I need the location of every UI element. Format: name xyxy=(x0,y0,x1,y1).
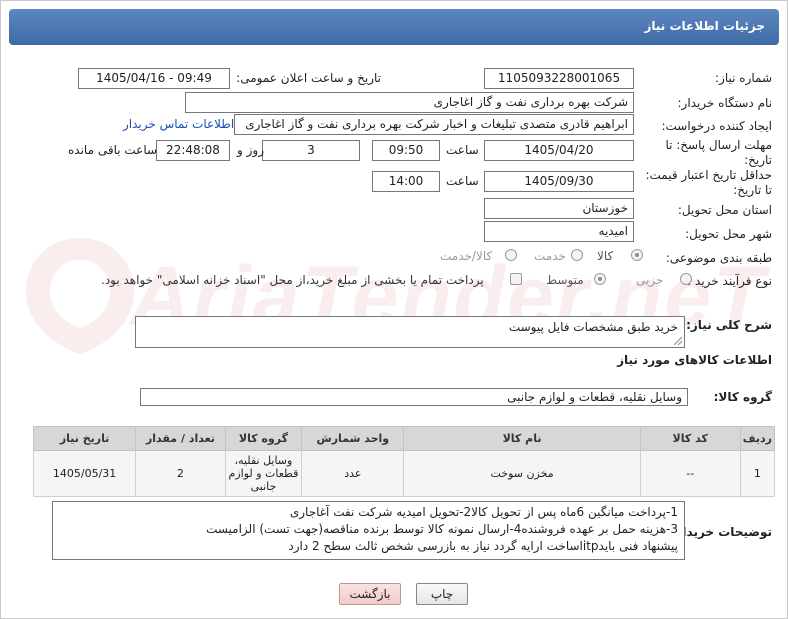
cell-group-line: جانبی xyxy=(250,480,277,493)
table-row: 1 -- مخزن سوخت عدد وسایل نقلیه، قطعات و … xyxy=(32,450,776,497)
process-minor-radio[interactable] xyxy=(680,273,692,285)
city-field: امیدیه xyxy=(484,221,634,242)
cell-date: 1405/05/31 xyxy=(32,450,137,497)
goods-table-header: ردیف کد کالا نام کالا واحد شمارش گروه کا… xyxy=(32,426,776,451)
resize-grip-icon[interactable] xyxy=(674,337,682,345)
buyer-org-field: شرکت بهره برداری نفت و گاز اغاجاری xyxy=(185,92,634,113)
announce-datetime-label: تاریخ و ساعت اعلان عمومی: xyxy=(236,71,381,85)
page-header: جزئیات اطلاعات نیاز xyxy=(9,9,779,45)
price-validity-date: 1405/09/30 xyxy=(484,171,634,192)
goods-group-field: وسایل نقلیه، قطعات و لوازم جانبی xyxy=(140,388,688,406)
cell-qty: 2 xyxy=(135,450,226,497)
cell-unit: عدد xyxy=(301,450,405,497)
page-title: جزئیات اطلاعات نیاز xyxy=(644,19,765,33)
col-name: نام کالا xyxy=(403,426,641,451)
col-date: تاریخ نیاز xyxy=(32,426,137,451)
days-label: روز و xyxy=(237,143,264,157)
reply-deadline-date: 1405/04/20 xyxy=(484,140,634,161)
col-group: گروه کالا xyxy=(224,426,303,451)
price-validity-time: 14:00 xyxy=(372,171,440,192)
goods-table: ردیف کد کالا نام کالا واحد شمارش گروه کا… xyxy=(32,426,776,497)
process-medium-label: متوسط xyxy=(546,273,584,287)
cell-group-line: قطعات و لوازم xyxy=(228,467,299,480)
col-qty: تعداد / مقدار xyxy=(135,426,226,451)
buyer-note-line: 3-هزینه حمل بر عهده فروشنده4-ارسال نمونه… xyxy=(206,522,678,536)
need-number-field: 1105093228001065 xyxy=(484,68,634,89)
goods-group-label: گروه کالا: xyxy=(713,390,772,404)
col-row: ردیف xyxy=(739,426,776,451)
cell-code: -- xyxy=(639,450,741,497)
summary-text: خرید طبق مشخصات فایل پیوست xyxy=(508,320,678,334)
category-goods-label: کالا xyxy=(597,249,614,263)
reply-deadline-time: 09:50 xyxy=(372,140,440,161)
category-goods-service-label: کالا/خدمت xyxy=(440,249,493,263)
reply-days-field: 3 xyxy=(262,140,360,161)
buyer-notes-textarea[interactable]: 1-پرداخت میانگین 6ماه پس از تحویل کالا2-… xyxy=(52,501,685,560)
buyer-note-line: 1-پرداخت میانگین 6ماه پس از تحویل کالا2-… xyxy=(289,505,678,519)
cell-name: مخزن سوخت xyxy=(403,450,641,497)
remaining-label: ساعت باقی مانده xyxy=(68,143,158,157)
treasury-payment-checkbox[interactable] xyxy=(510,273,522,285)
buyer-contact-link[interactable]: اطلاعات تماس خریدار xyxy=(123,117,234,131)
requester-label: ایجاد کننده درخواست: xyxy=(661,119,772,133)
process-medium-radio[interactable] xyxy=(594,273,606,285)
buyer-note-line: پیشنهاد فنی بایدitpاساخت ارایه گردد نیاز… xyxy=(288,539,678,553)
cell-row: 1 xyxy=(739,450,776,497)
province-field: خوزستان xyxy=(484,198,634,219)
goods-section-title: اطلاعات کالاهای مورد نیاز xyxy=(617,353,772,367)
cell-group-line: وسایل نقلیه، xyxy=(234,454,293,467)
category-service-label: خدمت xyxy=(534,249,566,263)
print-button[interactable]: چاپ xyxy=(416,583,468,605)
buyer-org-label: نام دستگاه خریدار: xyxy=(677,96,773,110)
category-goods-radio[interactable] xyxy=(631,249,643,261)
city-label: شهر محل تحویل: xyxy=(685,227,772,241)
need-number-label: شماره نیاز: xyxy=(715,71,772,85)
buyer-notes-label: توضیحات خریدار: xyxy=(670,525,772,539)
category-service-radio[interactable] xyxy=(571,249,583,261)
category-goods-service-radio[interactable] xyxy=(505,249,517,261)
process-minor-label: جزیی xyxy=(636,273,664,287)
province-label: استان محل تحویل: xyxy=(677,203,772,217)
reply-deadline-label: مهلت ارسال پاسخ: تا تاریخ: xyxy=(665,138,772,167)
treasury-payment-note: پرداخت تمام یا بخشی از مبلغ خرید،از محل … xyxy=(101,273,484,287)
price-time-label: ساعت xyxy=(446,174,479,188)
col-code: کد کالا xyxy=(639,426,741,451)
cell-group: وسایل نقلیه، قطعات و لوازم جانبی xyxy=(224,450,303,497)
process-type-label: نوع فرآیند خرید : xyxy=(687,274,772,288)
back-button[interactable]: بازگشت xyxy=(339,583,401,605)
announce-datetime-field: 1405/04/16 - 09:49 xyxy=(78,68,230,89)
reply-time-label: ساعت xyxy=(446,143,479,157)
summary-label: شرح کلی نیاز: xyxy=(686,318,772,332)
requester-field: ابراهیم قادری متصدی تبلیغات و اخبار شرکت… xyxy=(234,114,634,135)
price-validity-label: حداقل تاریخ اعتبار قیمت: تا تاریخ: xyxy=(645,168,772,197)
category-label: طبقه بندی موضوعی: xyxy=(665,251,772,265)
summary-textarea[interactable]: خرید طبق مشخصات فایل پیوست xyxy=(135,316,685,348)
col-unit: واحد شمارش xyxy=(301,426,405,451)
remaining-time-field: 22:48:08 xyxy=(156,140,230,161)
